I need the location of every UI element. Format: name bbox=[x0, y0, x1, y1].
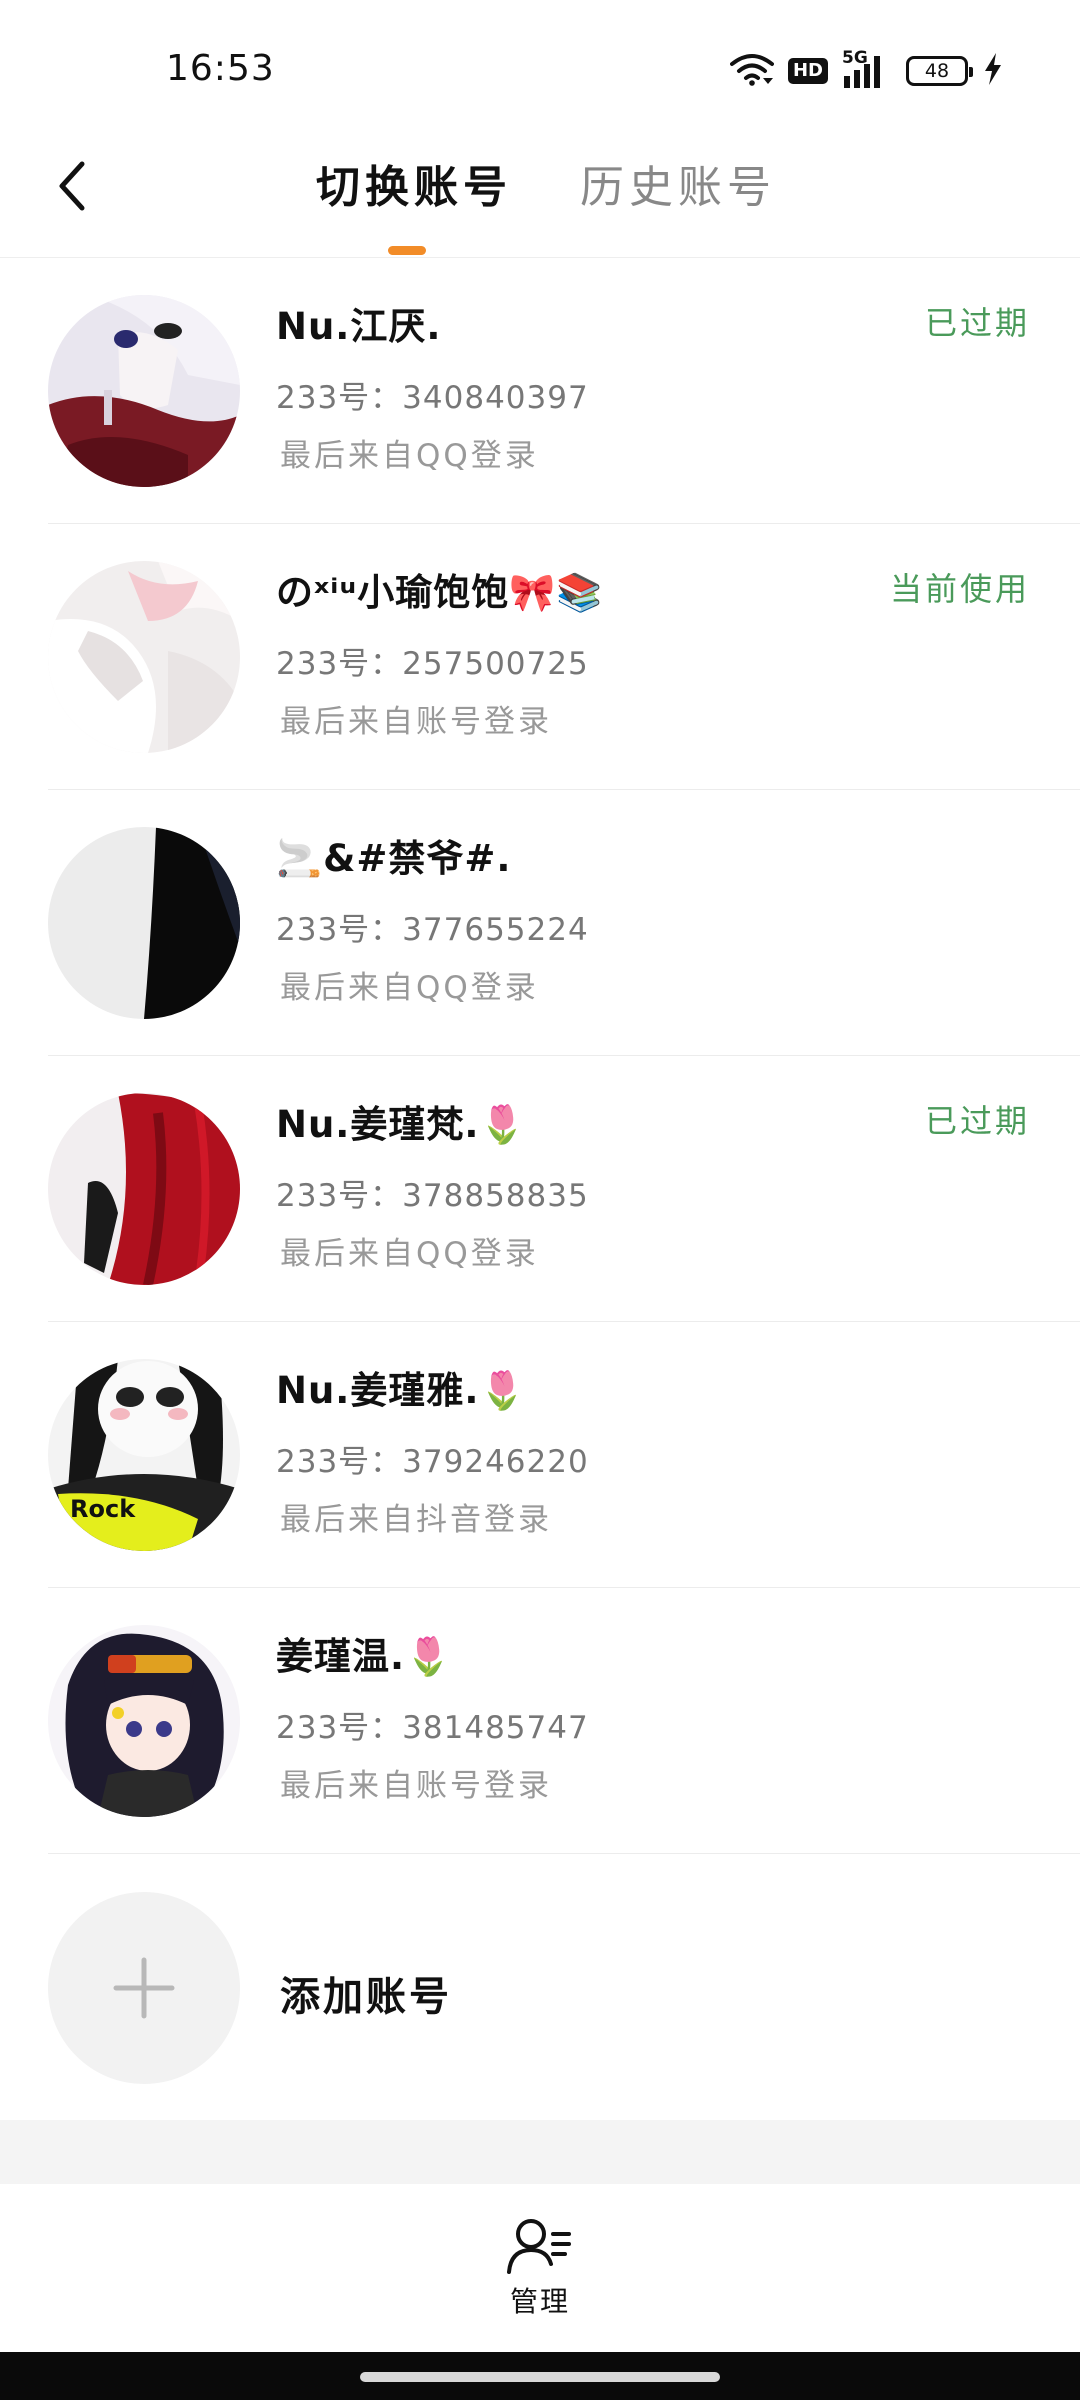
add-account-row[interactable]: 添加账号 bbox=[0, 1854, 1080, 2120]
back-button[interactable] bbox=[44, 158, 100, 214]
account-id: 378858835 bbox=[402, 1178, 589, 1214]
account-id-label: 233号： bbox=[276, 1178, 403, 1214]
account-row[interactable]: 🚬&#禁爷#. 233号：377655224 最后来自QQ登录 bbox=[0, 790, 1080, 1056]
manage-button[interactable]: 管理 bbox=[490, 2216, 590, 2326]
account-id-label: 233号： bbox=[276, 912, 403, 948]
account-login-source: 最后来自账号登录 bbox=[280, 1768, 552, 1804]
avatar bbox=[48, 827, 240, 1019]
account-id-row: 233号：378858835 bbox=[276, 1170, 589, 1215]
account-id: 381485747 bbox=[402, 1710, 589, 1746]
account-id-row: 233号：381485747 bbox=[276, 1702, 589, 1747]
home-indicator[interactable] bbox=[360, 2372, 720, 2382]
manage-label: 管理 bbox=[509, 2285, 570, 2318]
section-separator bbox=[0, 2120, 1080, 2184]
account-name: 姜瑾温.🌷 bbox=[276, 1635, 453, 1678]
account-id-row: 233号：257500725 bbox=[276, 638, 589, 683]
add-account-avatar[interactable] bbox=[48, 1892, 240, 2084]
account-id-label: 233号： bbox=[276, 380, 403, 416]
avatar bbox=[48, 1093, 240, 1285]
add-account-label: 添加账号 bbox=[280, 1974, 452, 2020]
bottom-nav: 管理 bbox=[0, 2184, 1080, 2352]
account-row[interactable]: のˣⁱᵘ小瑜饱饱🎀📚 233号：257500725 最后来自账号登录 当前使用 bbox=[0, 524, 1080, 790]
account-id: 340840397 bbox=[402, 380, 589, 416]
battery-icon: 48 bbox=[906, 56, 973, 86]
account-name: Nu.姜瑾雅.🌷 bbox=[276, 1369, 527, 1412]
account-status: 当前使用 bbox=[889, 570, 1030, 608]
account-id-label: 233号： bbox=[276, 1444, 403, 1480]
account-row[interactable]: Nu.江厌. 233号：340840397 最后来自QQ登录 已过期 bbox=[0, 258, 1080, 524]
signal-5g-icon: 5G bbox=[842, 48, 892, 90]
account-id: 377655224 bbox=[402, 912, 589, 948]
tab-history-account[interactable]: 历史账号 bbox=[580, 160, 776, 216]
account-name: 🚬&#禁爷#. bbox=[276, 837, 512, 880]
avatar bbox=[48, 1625, 240, 1817]
account-row[interactable]: Nu.姜瑾梵.🌷 233号：378858835 最后来自QQ登录 已过期 bbox=[0, 1056, 1080, 1322]
account-id: 257500725 bbox=[402, 646, 589, 682]
header: 切换账号 历史账号 bbox=[0, 120, 1080, 258]
account-name: Nu.姜瑾梵.🌷 bbox=[276, 1103, 527, 1146]
account-id-row: 233号：340840397 bbox=[276, 372, 589, 417]
status-bar: 16:53 HD 5G 48 bbox=[0, 0, 1080, 120]
avatar bbox=[48, 561, 240, 753]
account-login-source: 最后来自抖音登录 bbox=[280, 1502, 552, 1538]
account-id-label: 233号： bbox=[276, 1710, 403, 1746]
account-row[interactable]: 姜瑾温.🌷 233号：381485747 最后来自账号登录 bbox=[0, 1588, 1080, 1854]
avatar: Rock bbox=[48, 1359, 240, 1551]
account-id-row: 233号：377655224 bbox=[276, 904, 589, 949]
system-nav-bar bbox=[0, 2352, 1080, 2400]
svg-text:Rock: Rock bbox=[70, 1495, 136, 1523]
account-id-row: 233号：379246220 bbox=[276, 1436, 589, 1481]
account-id-label: 233号： bbox=[276, 646, 403, 682]
avatar bbox=[48, 295, 240, 487]
account-row[interactable]: Rock Nu.姜瑾雅.🌷 233号：379246220 最后来自抖音登录 bbox=[0, 1322, 1080, 1588]
account-login-source: 最后来自QQ登录 bbox=[280, 438, 539, 474]
account-name: のˣⁱᵘ小瑜饱饱🎀📚 bbox=[276, 571, 604, 614]
plus-icon bbox=[113, 1957, 175, 2019]
account-id: 379246220 bbox=[402, 1444, 589, 1480]
hd-icon: HD bbox=[787, 58, 828, 84]
tab-indicator bbox=[388, 246, 426, 255]
account-status: 已过期 bbox=[924, 1102, 1030, 1140]
account-name: Nu.江厌. bbox=[276, 305, 442, 348]
status-time: 16:53 bbox=[166, 48, 275, 89]
charging-bolt-icon bbox=[982, 52, 1004, 90]
battery-level: 48 bbox=[924, 60, 950, 82]
tab-switch-account[interactable]: 切换账号 bbox=[316, 160, 512, 216]
account-login-source: 最后来自账号登录 bbox=[280, 704, 552, 740]
account-login-source: 最后来自QQ登录 bbox=[280, 970, 539, 1006]
account-status: 已过期 bbox=[924, 304, 1030, 342]
account-list: Nu.江厌. 233号：340840397 最后来自QQ登录 已过期 のˣⁱᵘ小… bbox=[0, 258, 1080, 1854]
user-manage-icon bbox=[507, 2219, 571, 2274]
account-login-source: 最后来自QQ登录 bbox=[280, 1236, 539, 1272]
chevron-left-icon bbox=[59, 161, 85, 211]
status-icons: HD 5G 48 bbox=[729, 48, 1004, 92]
wifi-icon bbox=[729, 52, 774, 90]
